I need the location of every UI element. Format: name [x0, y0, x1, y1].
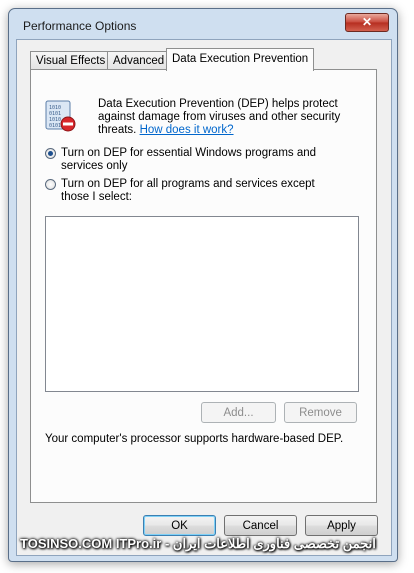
how-does-it-work-link[interactable]: How does it work? [140, 124, 234, 136]
cancel-button[interactable]: Cancel [224, 515, 297, 536]
add-button[interactable]: Add... [201, 402, 276, 423]
tab-advanced[interactable]: Advanced [107, 51, 171, 70]
radio-all-programs[interactable] [45, 179, 56, 190]
radio-all-programs-label[interactable]: Turn on DEP for all programs and service… [61, 178, 346, 204]
remove-button[interactable]: Remove [284, 402, 357, 423]
watermark-text: TOSINSO.COM ITPro.ir - انجمن تخصصی فناور… [20, 536, 376, 551]
radio-essential-programs[interactable] [45, 148, 56, 159]
title-bar[interactable]: Performance Options ✕ [9, 9, 397, 39]
dep-description: Data Execution Prevention (DEP) helps pr… [98, 98, 346, 137]
tab-visual-effects[interactable]: Visual Effects [30, 51, 112, 70]
tab-data-execution-prevention[interactable]: Data Execution Prevention [166, 48, 315, 71]
close-icon: ✕ [361, 15, 373, 29]
ok-button[interactable]: OK [143, 515, 216, 536]
svg-text:0101: 0101 [49, 123, 61, 129]
radio-essential-label[interactable]: Turn on DEP for essential Windows progra… [61, 147, 346, 173]
window-title: Performance Options [23, 19, 137, 33]
dep-shield-icon: 1010 0101 1010 0101 [44, 100, 76, 132]
processor-support-status: Your computer's processor supports hardw… [45, 433, 344, 445]
close-button[interactable]: ✕ [345, 13, 389, 32]
apply-button[interactable]: Apply [305, 515, 378, 536]
exception-program-list[interactable] [45, 216, 359, 392]
